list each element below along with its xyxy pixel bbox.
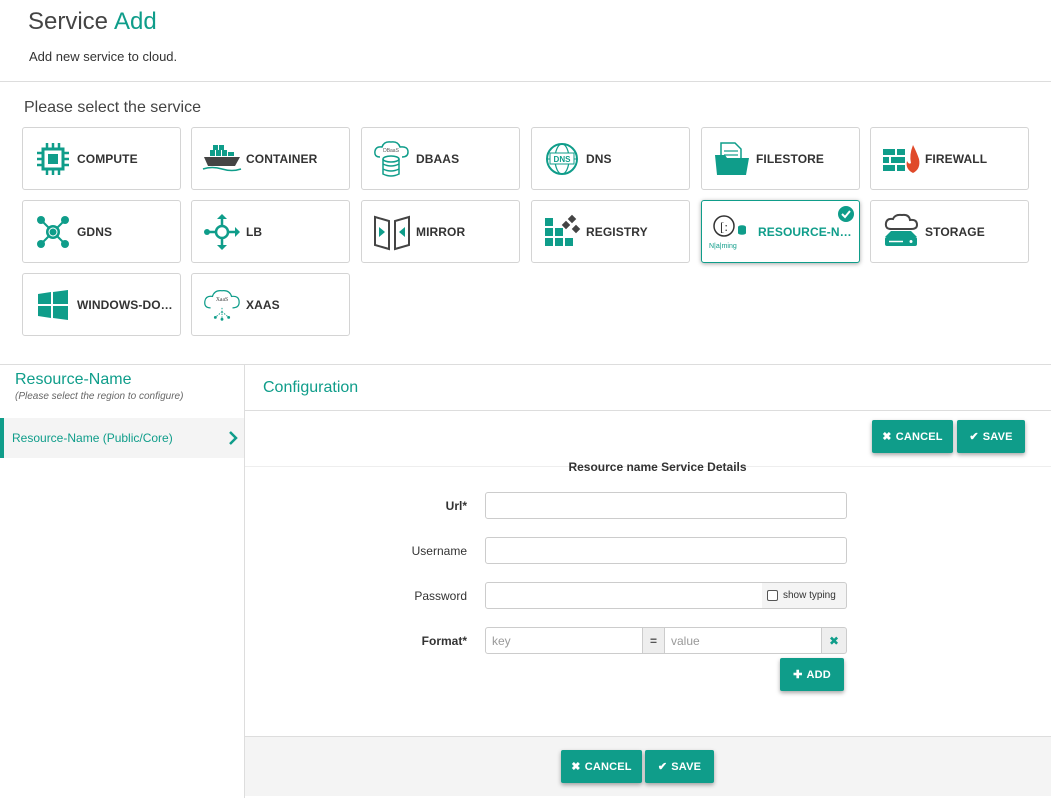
add-label: ADD — [806, 668, 831, 681]
divider — [245, 410, 1051, 411]
service-tile-resource-name[interactable]: [: N|a|ming RESOURCE-NAME — [701, 200, 860, 263]
remove-format-button[interactable]: ✖ — [821, 627, 847, 654]
page-title-accent: Add — [114, 8, 157, 35]
check-icon: ✔ — [969, 431, 979, 443]
check-icon: ✔ — [657, 761, 668, 773]
service-tile-label: LB — [246, 224, 263, 239]
service-tile-firewall[interactable]: FIREWALL — [870, 127, 1029, 190]
cancel-label: CANCEL — [895, 430, 943, 443]
close-icon: ✖ — [882, 431, 892, 443]
folder-document-icon — [712, 139, 752, 179]
configuration-title: Configuration — [263, 379, 359, 396]
region-item-label: Resource-Name (Public/Core) — [12, 431, 173, 445]
service-tile-lb[interactable]: LB — [191, 200, 350, 263]
save-button-bottom[interactable]: ✔ SAVE — [645, 750, 714, 783]
cancel-button-bottom[interactable]: ✖ CANCEL — [561, 750, 642, 783]
cloud-database-icon: DBaaS — [372, 139, 412, 179]
password-field[interactable] — [485, 582, 763, 609]
service-tile-label: DNS — [586, 151, 612, 166]
svg-text:[:: [: — [720, 219, 728, 234]
username-field[interactable] — [485, 537, 847, 564]
service-select-label: Please select the service — [24, 99, 201, 116]
close-icon: ✖ — [828, 633, 840, 648]
container-ship-icon — [202, 139, 242, 179]
format-label: Format* — [421, 634, 467, 648]
service-tile-label: STORAGE — [925, 224, 985, 239]
divider — [0, 81, 1051, 82]
service-tile-label: MIRROR — [416, 224, 466, 239]
cpu-chip-icon — [33, 139, 73, 179]
page-title: Service Add — [28, 8, 157, 36]
save-button-top[interactable]: ✔ SAVE — [957, 420, 1025, 453]
service-tile-label: XAAS — [246, 297, 280, 312]
page-subtitle: Add new service to cloud. — [29, 49, 178, 64]
service-tile-registry[interactable]: REGISTRY — [531, 200, 690, 263]
service-tile-gdns[interactable]: GDNS — [22, 200, 181, 263]
service-tile-label: FILESTORE — [756, 151, 825, 166]
service-tile-compute[interactable]: COMPUTE — [22, 127, 181, 190]
dns-globe-icon: DNS — [542, 139, 582, 179]
service-tile-windows-dom[interactable]: WINDOWS-DOM... — [22, 273, 181, 336]
format-key-placeholder: key — [492, 633, 511, 648]
service-tile-storage[interactable]: STORAGE — [870, 200, 1029, 263]
dns-icon-text: DNS — [554, 155, 572, 164]
load-balancer-icon — [202, 212, 242, 252]
dbaas-icon-text: DBaaS — [383, 148, 400, 154]
save-label: SAVE — [671, 760, 702, 773]
show-typing-label: show typing — [783, 590, 836, 601]
service-tile-label: CONTAINER — [246, 151, 318, 166]
registry-blocks-icon — [542, 212, 582, 252]
service-tile-label: DBAAS — [416, 151, 460, 166]
network-hub-icon — [33, 212, 73, 252]
region-panel: Resource-Name (Please select the region … — [0, 365, 245, 798]
region-panel-title: Resource-Name — [15, 371, 132, 388]
service-tile-label: REGISTRY — [586, 224, 648, 239]
show-typing-toggle[interactable]: show typing — [762, 582, 847, 609]
mirror-doors-icon — [372, 212, 412, 252]
chevron-right-icon — [228, 431, 238, 445]
plus-icon: ✚ — [793, 669, 803, 681]
region-panel-subtitle: (Please select the region to configure) — [15, 391, 184, 402]
windows-logo-icon — [33, 285, 73, 325]
add-format-button[interactable]: ✚ ADD — [780, 658, 844, 691]
configuration-panel: Configuration ✖ CANCEL ✔ SAVE Resource nam… — [245, 365, 1051, 798]
service-tile-label: COMPUTE — [77, 151, 138, 166]
save-label: SAVE — [982, 430, 1013, 443]
url-field[interactable] — [485, 492, 847, 519]
service-tile-label: FIREWALL — [925, 151, 988, 166]
username-label: Username — [411, 544, 467, 558]
cancel-button-top[interactable]: ✖ CANCEL — [872, 420, 953, 453]
firewall-icon — [881, 139, 921, 179]
page-title-main: Service — [28, 8, 109, 35]
region-item-public-core[interactable]: Resource-Name (Public/Core) — [0, 418, 244, 458]
password-label: Password — [414, 589, 467, 603]
service-tile-label: WINDOWS-DOM... — [77, 297, 180, 312]
service-tile-xaas[interactable]: XaaS XAAS — [191, 273, 350, 336]
selected-check-icon — [838, 206, 854, 222]
cloud-storage-icon — [881, 212, 921, 252]
format-key-input[interactable]: key — [485, 627, 643, 654]
show-typing-checkbox[interactable] — [767, 590, 778, 601]
service-tile-filestore[interactable]: FILESTORE — [701, 127, 860, 190]
xaas-cloud-icon: XaaS — [202, 285, 242, 325]
service-tile-label: GDNS — [77, 224, 113, 239]
equals-sign: = — [642, 627, 665, 654]
form-footer: ✖ CANCEL ✔ SAVE — [245, 736, 1051, 796]
format-value-placeholder: value — [671, 633, 700, 648]
service-tile-container[interactable]: CONTAINER — [191, 127, 350, 190]
naming-icon: [: N|a|ming — [708, 212, 754, 252]
section-title: Resource name Service Details — [568, 460, 747, 474]
url-label: Url* — [445, 499, 467, 513]
naming-icon-text: N|a|ming — [709, 243, 737, 250]
service-tile-mirror[interactable]: MIRROR — [361, 200, 520, 263]
cancel-label: CANCEL — [584, 760, 632, 773]
xaas-icon-text: XaaS — [216, 297, 228, 303]
close-icon: ✖ — [571, 761, 581, 773]
format-value-input[interactable]: value — [664, 627, 822, 654]
service-tile-dbaas[interactable]: DBaaS DBAAS — [361, 127, 520, 190]
service-tile-label: RESOURCE-NAME — [758, 224, 859, 239]
service-tile-dns[interactable]: DNS DNS — [531, 127, 690, 190]
